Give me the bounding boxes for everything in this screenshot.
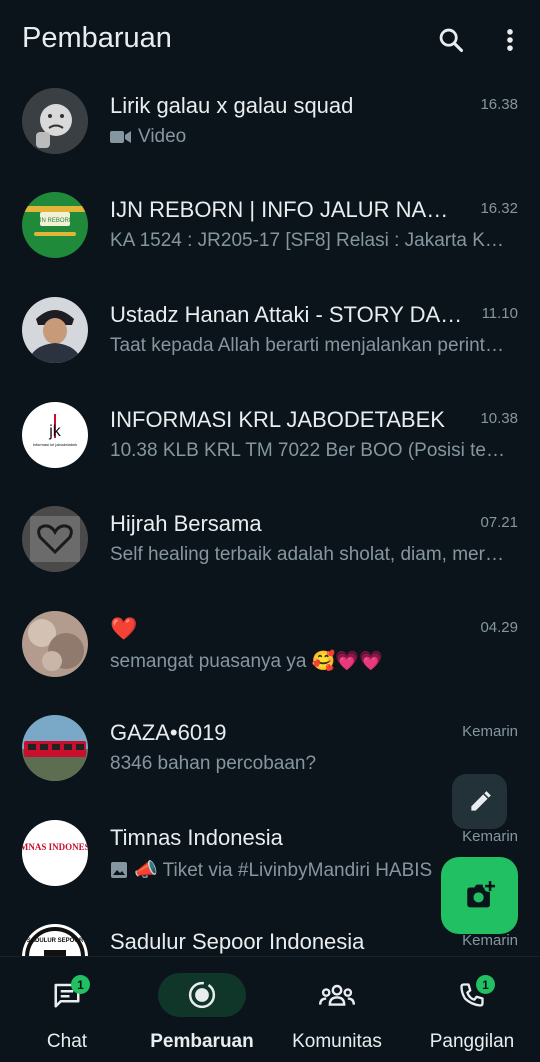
- nav-communities[interactable]: Komunitas: [286, 957, 388, 1062]
- channel-avatar: [22, 611, 88, 677]
- channel-avatar: SADULUR SEPOOR: [22, 924, 88, 956]
- communities-icon: [319, 984, 355, 1006]
- svg-text:SADULUR SEPOOR: SADULUR SEPOOR: [27, 938, 84, 944]
- new-text-status-button[interactable]: [452, 774, 507, 829]
- updates-icon: [188, 981, 216, 1009]
- channel-name: GAZA•6019: [110, 720, 227, 745]
- nav-updates-label: Pembaruan: [150, 1031, 254, 1052]
- more-vert-icon: [507, 29, 513, 51]
- channel-avatar: jk informasi krl jabodetabek: [22, 402, 88, 468]
- svg-text:informasi krl jabodetabek: informasi krl jabodetabek: [33, 442, 77, 447]
- page-title: Pembaruan: [22, 22, 172, 54]
- svg-text:IJN REBORN: IJN REBORN: [37, 218, 73, 224]
- channel-avatar: IJN REBORN: [22, 192, 88, 258]
- nav-chat-icon-wrap: 1: [23, 973, 111, 1017]
- calls-missed-badge: 1: [476, 975, 495, 994]
- channel-time: 16.32: [480, 200, 518, 217]
- channel-message: 10.38 KLB KRL TM 7022 Ber BOO (Posisi te…: [110, 440, 508, 461]
- channel-time: 04.29: [480, 619, 518, 636]
- search-button[interactable]: [433, 22, 469, 58]
- channel-time: 07.21: [480, 514, 518, 531]
- channel-time: Kemarin: [462, 723, 518, 740]
- channel-name: Timnas Indonesia: [110, 825, 283, 850]
- channel-name: Ustadz Hanan Attaki - STORY DAKWAH: [110, 302, 465, 327]
- nav-chat-label: Chat: [46, 1031, 88, 1052]
- nav-calls-icon-wrap: 1: [428, 973, 516, 1017]
- channel-name: IJN REBORN | INFO JALUR NAMARAN: [110, 197, 465, 222]
- channel-time: 10.38: [480, 410, 518, 427]
- channel-row[interactable]: jk informasi krl jabodetabek INFORMASI K…: [0, 398, 540, 502]
- channel-name: Sadulur Sepoor Indonesia: [110, 929, 365, 954]
- channel-row[interactable]: ❤️ 04.29 semangat puasanya ya 🥰💗💗: [0, 607, 540, 711]
- nav-calls-label: Panggilan: [429, 1031, 515, 1052]
- channel-time: Kemarin: [462, 828, 518, 845]
- nav-updates-icon-wrap: [158, 973, 246, 1017]
- channel-message: Video: [110, 126, 508, 148]
- nav-communities-icon-wrap: [293, 973, 381, 1017]
- nav-chat[interactable]: 1 Chat: [22, 957, 112, 1062]
- channel-name: Hijrah Bersama: [110, 511, 262, 536]
- channel-message: 8346 bahan percobaan?: [110, 753, 317, 774]
- nav-calls[interactable]: 1 Panggilan: [424, 957, 520, 1062]
- channel-avatar: [22, 88, 88, 154]
- channel-row[interactable]: Hijrah Bersama 07.21 Self healing terbai…: [0, 502, 540, 606]
- channel-row[interactable]: Lirik galau x galau squad 16.38 Video: [0, 84, 540, 188]
- channel-time: Kemarin: [462, 932, 518, 949]
- channel-message: Taat kepada Allah berarti menjalankan pe…: [110, 335, 508, 356]
- channel-avatar: [22, 715, 88, 781]
- svg-text:jk: jk: [48, 423, 62, 440]
- channel-time: 16.38: [480, 96, 518, 113]
- channel-name: ❤️: [110, 616, 138, 641]
- channel-message: KA 1524 : JR205-17 [SF8] Relasi : Jakart…: [110, 230, 508, 251]
- new-camera-status-button[interactable]: [441, 857, 518, 934]
- search-icon: [439, 28, 464, 53]
- channel-name: INFORMASI KRL JABODETABEK: [110, 407, 445, 432]
- svg-text:TIMNAS INDONESIA: TIMNAS INDONESIA: [22, 842, 88, 852]
- chat-unread-badge: 1: [71, 975, 90, 994]
- bottom-navigation: 1 Chat Pembaruan Komunitas 1 Panggilan: [0, 956, 540, 1062]
- channel-avatar: [22, 297, 88, 363]
- channel-row[interactable]: Ustadz Hanan Attaki - STORY DAKWAH 11.10…: [0, 293, 540, 397]
- top-app-bar: Pembaruan: [0, 0, 540, 84]
- channel-avatar: TIMNAS INDONESIA: [22, 820, 88, 886]
- channel-message: Self healing terbaik adalah sholat, diam…: [110, 544, 508, 565]
- channel-avatar: [22, 506, 88, 572]
- channel-row[interactable]: IJN REBORN IJN REBORN | INFO JALUR NAMAR…: [0, 188, 540, 292]
- channel-name: Lirik galau x galau squad: [110, 93, 354, 118]
- image-icon: [111, 862, 127, 878]
- nav-communities-label: Komunitas: [292, 1031, 382, 1052]
- more-options-button[interactable]: [492, 22, 528, 58]
- video-icon: [110, 131, 131, 143]
- nav-updates[interactable]: Pembaruan: [146, 957, 258, 1062]
- channel-time: 11.10: [481, 305, 518, 322]
- pencil-icon: [470, 790, 491, 811]
- channel-message: semangat puasanya ya 🥰💗💗: [110, 651, 383, 672]
- camera-add-icon: [466, 880, 495, 907]
